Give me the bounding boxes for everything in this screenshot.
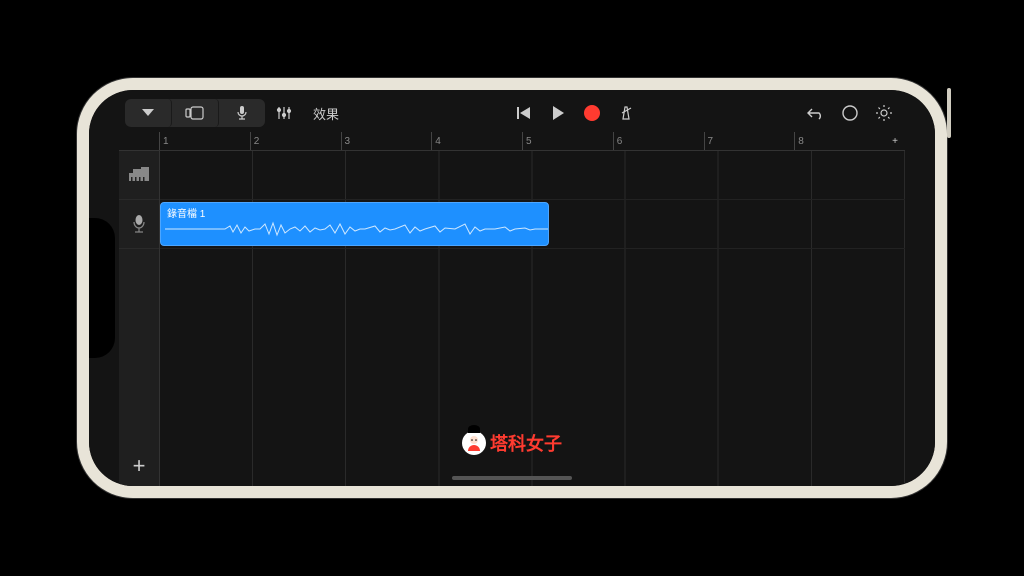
add-track-button[interactable]: + [119, 446, 159, 486]
watermark-text: 塔科女子 [490, 430, 562, 456]
phone-frame: 效果 [77, 78, 947, 498]
track-row-audio[interactable]: 錄音檔 1 [160, 200, 905, 249]
settings-button[interactable] [869, 99, 899, 127]
add-section-button[interactable]: + [885, 132, 905, 150]
fx-button[interactable]: 效果 [303, 99, 349, 127]
track-headers: + [119, 151, 160, 486]
garageband-app: 效果 [89, 90, 935, 486]
track-header-audio[interactable] [119, 200, 159, 249]
mixer-button[interactable] [269, 99, 299, 127]
record-button[interactable] [577, 99, 607, 127]
mic-input-button[interactable] [219, 99, 265, 127]
piano-icon [127, 163, 151, 187]
watermark-icon [462, 431, 486, 455]
notch [89, 218, 115, 358]
phone-screen: 效果 [89, 90, 935, 486]
microphone-icon [129, 214, 149, 234]
songs-button[interactable] [125, 99, 172, 127]
undo-button[interactable] [801, 99, 831, 127]
ruler-mark: 5 [522, 132, 613, 150]
ruler-mark: 2 [250, 132, 341, 150]
record-icon [584, 105, 600, 121]
metronome-button[interactable] [611, 99, 641, 127]
timeline-ruler[interactable]: 1 2 3 4 5 6 7 8 + [119, 132, 905, 151]
ruler-mark: 7 [704, 132, 795, 150]
side-button [947, 88, 951, 138]
home-indicator[interactable] [452, 476, 572, 480]
watermark: 塔科女子 [462, 430, 562, 456]
rewind-button[interactable] [509, 99, 539, 127]
clip-label: 錄音檔 1 [167, 205, 205, 220]
toolbar: 效果 [119, 90, 905, 132]
play-button[interactable] [543, 99, 573, 127]
ruler-mark: 6 [613, 132, 704, 150]
audio-clip[interactable]: 錄音檔 1 [160, 202, 549, 246]
loop-browser-button[interactable] [835, 99, 865, 127]
track-row-piano[interactable] [160, 151, 905, 200]
toolbar-left-group [125, 99, 265, 127]
ruler-mark: 8 [794, 132, 885, 150]
waveform-icon [165, 219, 549, 239]
ruler-mark: 1 [159, 132, 250, 150]
view-toggle-button[interactable] [172, 99, 219, 127]
track-header-piano[interactable] [119, 151, 159, 200]
ruler-mark: 3 [341, 132, 432, 150]
ruler-mark: 4 [431, 132, 522, 150]
